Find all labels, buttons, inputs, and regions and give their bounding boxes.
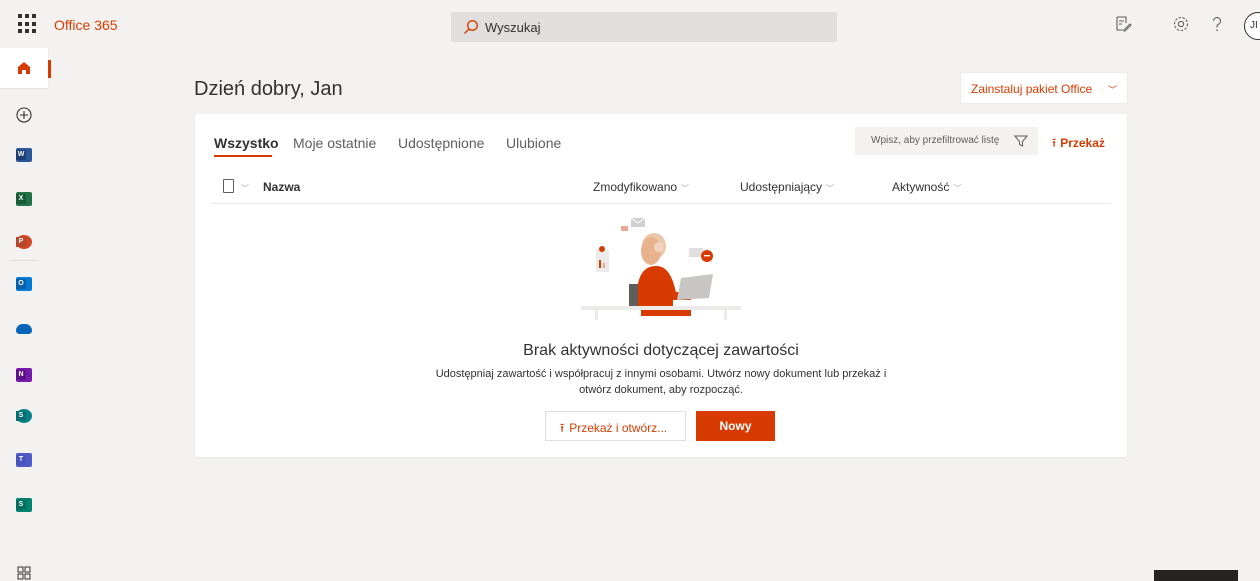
all-apps-icon[interactable]	[17, 566, 31, 580]
chevron-down-icon: ﹀	[826, 184, 835, 193]
app-rail: W X P O N S T S	[0, 48, 48, 581]
settings-icon[interactable]	[1172, 15, 1190, 33]
tab-all[interactable]: Wszystko	[214, 135, 279, 151]
top-bar: Office 365 Wyszukaj JI	[0, 0, 1260, 48]
excel-icon[interactable]: X	[16, 192, 32, 206]
column-name-label: Nazwa	[263, 180, 301, 194]
tab-favorites[interactable]: Ulubione	[506, 135, 561, 151]
empty-state-subtitle: Udostępniaj zawartość i współpracuj z in…	[435, 368, 887, 396]
tab-recent[interactable]: Moje ostatnie	[293, 135, 376, 151]
content-card: Wszystko Moje ostatnie Udostępnione Ulub…	[195, 114, 1127, 457]
app-name[interactable]: Office 365	[54, 17, 118, 33]
onedrive-icon[interactable]	[16, 324, 32, 334]
column-modified-label: Zmodyfikowano	[593, 180, 678, 194]
filter-icon[interactable]	[1014, 134, 1028, 148]
column-activity-label: Aktywność	[892, 180, 950, 194]
filter-placeholder: Wpisz, aby przefiltrować listę	[871, 135, 1000, 146]
home-icon	[18, 62, 30, 74]
empty-state-title: Brak aktywności dotyczącej zawartości	[523, 342, 799, 359]
page-title: Dzień dobry, Jan	[194, 78, 343, 100]
search-box[interactable]: Wyszukaj	[451, 12, 837, 42]
plus-circle-icon[interactable]	[16, 107, 32, 123]
search-icon	[464, 20, 478, 34]
powerpoint-icon[interactable]: P	[16, 235, 32, 249]
file-type-chevron-icon[interactable]: ﹀	[241, 183, 249, 194]
install-office-label: Zainstaluj pakiet Office	[971, 82, 1093, 96]
install-office-button[interactable]: Zainstaluj pakiet Office ﹀	[960, 72, 1128, 104]
tab-shared[interactable]: Udostępnione	[398, 135, 484, 151]
active-indicator	[48, 60, 51, 78]
sharepoint-icon[interactable]: S	[16, 409, 32, 423]
chevron-down-icon: ﹀	[953, 184, 962, 193]
help-icon[interactable]	[1208, 15, 1226, 33]
new-document-label: Nowy	[719, 419, 752, 433]
column-header-activity[interactable]: Aktywność ﹀	[892, 180, 961, 194]
sway-icon[interactable]: S	[16, 498, 32, 512]
waffle-icon[interactable]	[18, 14, 38, 34]
filter-input[interactable]: Wpisz, aby przefiltrować listę	[855, 127, 1038, 155]
column-header-name[interactable]: Nazwa	[263, 180, 300, 194]
chevron-down-icon: ﹀	[1107, 85, 1117, 95]
active-tab-indicator	[214, 155, 272, 157]
header-divider	[211, 203, 1111, 204]
upload-icon: ⭱	[560, 421, 565, 435]
upload-label: Przekaż	[1060, 136, 1105, 150]
onenote-icon[interactable]: N	[16, 368, 32, 382]
feedback-icon[interactable]	[1114, 15, 1132, 33]
new-document-button[interactable]: Nowy	[696, 411, 775, 441]
chevron-down-icon: ﹀	[681, 184, 690, 193]
teams-icon[interactable]: T	[16, 453, 32, 467]
column-shared-by-label: Udostępniający	[740, 180, 823, 194]
upload-button[interactable]: ⭱ Przekaż	[1052, 134, 1105, 155]
column-header-shared-by[interactable]: Udostępniający ﹀	[740, 180, 834, 194]
upload-open-button[interactable]: ⭱ Przekaż i otwórz...	[545, 411, 686, 441]
rail-item-home[interactable]	[0, 48, 48, 88]
search-input[interactable]: Wyszukaj	[485, 20, 541, 35]
feedback-panel-edge[interactable]	[1154, 570, 1238, 581]
upload-open-label: Przekaż i otwórz...	[569, 421, 668, 435]
outlook-icon[interactable]: O	[16, 277, 32, 291]
avatar[interactable]: JI	[1244, 12, 1260, 40]
empty-state-illustration	[581, 218, 741, 320]
column-header-modified[interactable]: Zmodyfikowano ﹀	[593, 180, 689, 194]
upload-icon: ⭱	[1052, 136, 1057, 150]
file-type-icon[interactable]	[223, 179, 234, 193]
word-icon[interactable]: W	[16, 148, 32, 162]
rail-divider	[10, 260, 38, 261]
